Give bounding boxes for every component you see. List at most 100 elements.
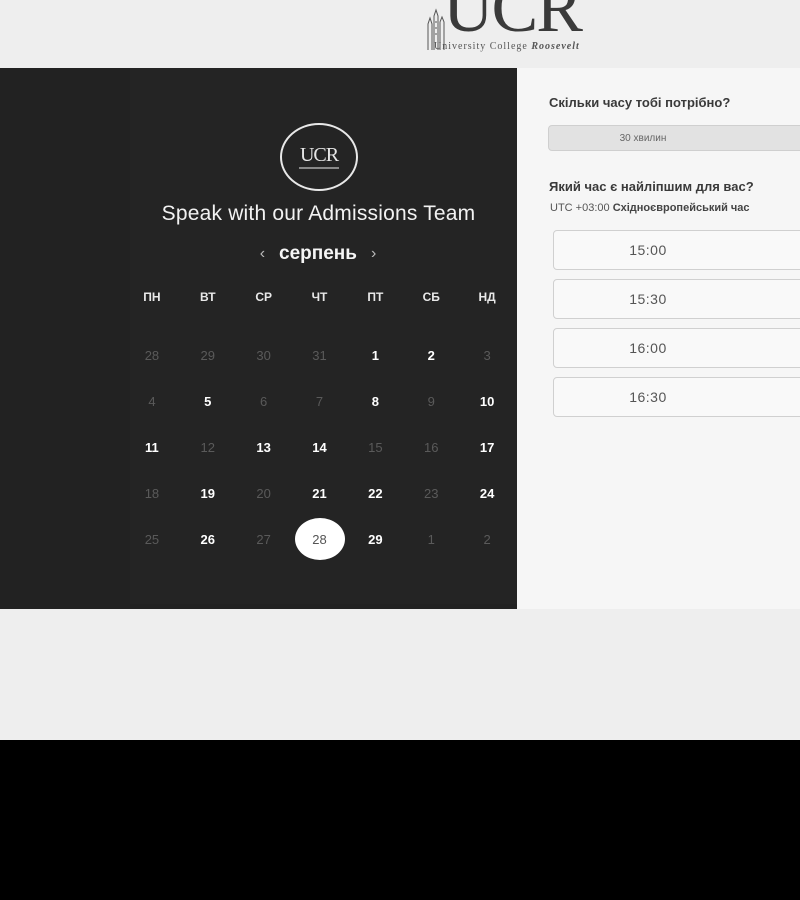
calendar-day: 31 [292,340,348,370]
weekday-thu: ЧТ [311,290,328,304]
calendar-day: 15 [347,432,403,462]
calendar-week-row: 25 26 27 28 29 1 2 [124,518,515,560]
calendar-day: 29 [180,340,236,370]
calendar-day[interactable]: 11 [124,432,180,462]
calendar-day-number: 11 [145,439,159,455]
calendar-day[interactable]: 21 [292,478,348,508]
timezone-offset: UTC +03:00 [550,202,610,214]
timezone-name: Східноєвропейський час [612,202,750,214]
calendar-day-number: 13 [256,439,271,455]
calendar-day-number: 16 [423,439,439,455]
calendar-day-number: 31 [312,347,327,363]
calendar-day[interactable]: 19 [180,478,236,508]
weekday-sat: СБ [422,290,440,304]
time-slot-button[interactable]: 16:30 [553,377,800,417]
calendar-day: 30 [236,340,292,370]
calendar-day-number: 17 [479,439,495,455]
next-month-chevron-icon[interactable]: › [371,245,376,263]
calendar-day: 27 [236,524,292,554]
calendar-day-number: 2 [483,531,491,547]
calendar-day-number: 28 [144,347,160,363]
calendar-day-number: 12 [200,439,216,455]
calendar-day: 3 [459,340,515,370]
duration-select[interactable]: 30 хвилин [548,125,800,151]
time-question: Який час є найліпшим для вас? [549,179,754,194]
calendar-day-number: 2 [427,347,435,363]
calendar-day: 18 [124,478,180,508]
month-label: серпень [279,243,357,264]
calendar-day-number: 29 [368,531,383,547]
scheduler-logo-underline [299,167,339,169]
time-slot-button[interactable]: 16:00 [553,328,800,368]
calendar-day-number: 18 [144,485,160,501]
calendar-day[interactable]: 5 [180,386,236,416]
calendar-day: 28 [124,340,180,370]
weekday-tue: ВТ [200,290,216,304]
calendar-day[interactable]: 10 [459,386,515,416]
calendar-day-number: 5 [204,393,212,409]
calendar-day: 20 [236,478,292,508]
calendar-day: 2 [459,524,515,554]
header-logo-subline-b: Roosevelt [531,41,580,52]
header-logo[interactable]: UCR University College Roosevelt [425,0,610,56]
time-slot-button[interactable]: 15:30 [553,279,800,319]
calendar-day: 6 [236,386,292,416]
calendar-week-row: 18 19 20 21 22 23 24 [124,478,515,508]
calendar-day-number: 6 [260,393,268,409]
header-logo-subline-a: University College [434,41,528,52]
calendar-day-number: 4 [148,393,156,409]
scheduler-logo-wordmark: UCR [299,144,339,166]
calendar-day: 9 [403,386,459,416]
calendar-day: 4 [124,386,180,416]
calendar-day-number: 8 [371,393,379,409]
calendar-day: 16 [403,432,459,462]
calendar-day: 1 [403,524,459,554]
duration-question: Скільки часу тобі потрібно? [549,95,731,110]
scheduler-logo: UCR [280,123,358,191]
calendar-day: 23 [403,478,459,508]
calendar-day-number: 28 [294,518,345,560]
calendar-day-number: 7 [315,393,324,409]
calendar-day-number: 21 [312,485,327,501]
calendar-day[interactable]: 22 [347,478,403,508]
prev-month-chevron-icon[interactable]: ‹ [260,245,265,263]
calendar-day: 25 [124,524,180,554]
calendar-day[interactable]: 14 [292,432,348,462]
calendar-day-number: 14 [312,439,327,455]
calendar-day-number: 29 [200,347,216,363]
weekday-sun: НД [478,290,496,304]
time-slot-button[interactable]: 15:00 [553,230,800,270]
calendar-day[interactable]: 29 [347,524,403,554]
calendar-day-number: 26 [200,531,216,547]
calendar-day-number: 24 [479,485,495,501]
booking-panel: Скільки часу тобі потрібно? 30 хвилин Як… [517,68,800,609]
month-nav: ‹ серпень › [218,242,418,266]
calendar-day[interactable]: 8 [347,386,403,416]
calendar-day[interactable]: 13 [236,432,292,462]
calendar-day[interactable]: 2 [403,340,459,370]
calendar-day-number: 10 [479,393,495,409]
header-logo-subline: University College Roosevelt [434,41,580,52]
calendar-day-number: 30 [256,347,271,363]
calendar-day-number: 23 [423,485,439,501]
calendar-day-number: 15 [368,439,383,455]
calendar-day[interactable]: 24 [459,478,515,508]
booking-page: UCR University College Roosevelt UCR Spe… [0,0,800,740]
calendar-week-row: 28 29 30 31 1 2 3 [124,340,515,370]
calendar-day-number: 22 [368,485,383,501]
header-logo-wordmark: UCR [443,0,583,47]
timezone-label[interactable]: UTC +03:00 Східноєвропейський час [550,202,750,214]
calendar-day[interactable]: 17 [459,432,515,462]
weekday-mon: ПН [143,290,161,304]
calendar-week-row: 11 12 13 14 15 16 17 [124,432,515,462]
calendar-day-number: 20 [256,485,271,501]
weekday-fri: ПТ [367,290,384,304]
calendar-day[interactable]: 26 [180,524,236,554]
calendar-day-number: 1 [427,531,435,547]
calendar-day-number: 9 [427,393,435,409]
calendar-day-number: 19 [200,485,216,501]
calendar-day-selected[interactable]: 28 [292,518,348,560]
calendar-day-number: 27 [256,531,271,547]
calendar-day[interactable]: 1 [347,340,403,370]
scheduler-title: Speak with our Admissions Team [161,202,476,225]
